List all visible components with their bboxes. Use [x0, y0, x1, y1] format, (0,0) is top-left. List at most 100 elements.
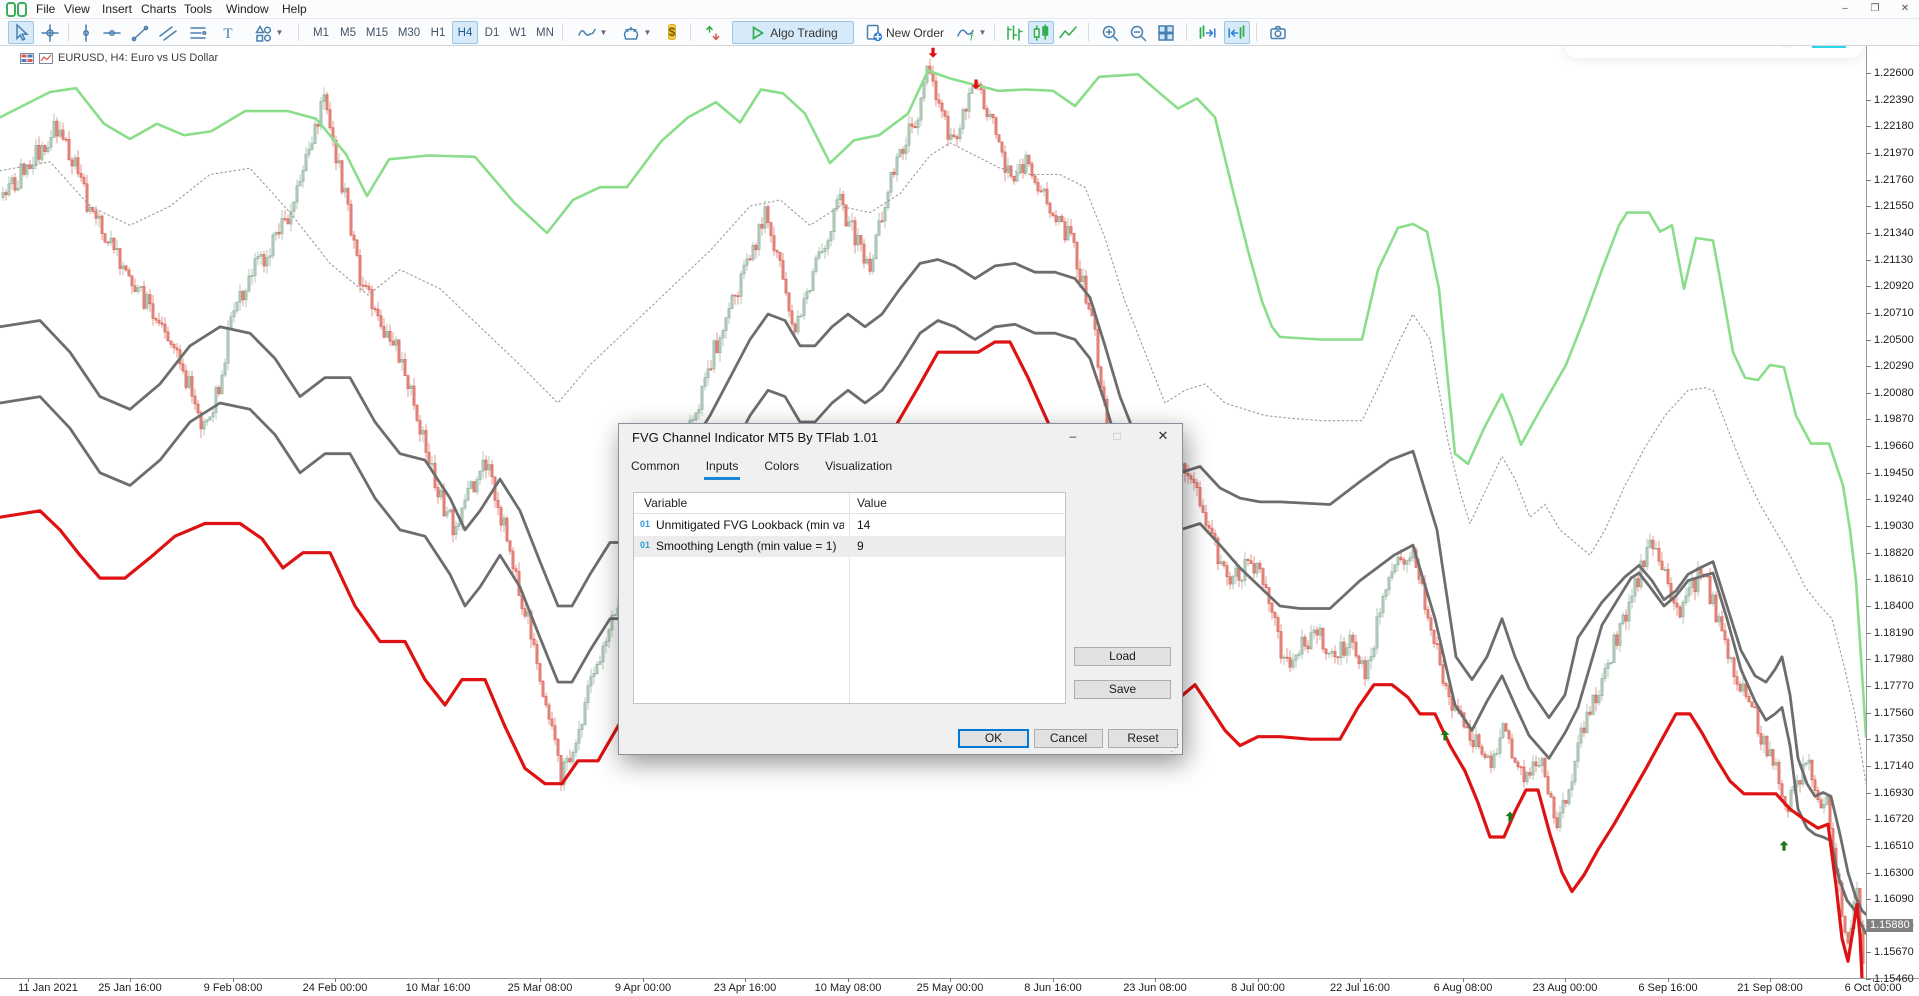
line-chart-mode[interactable] [1056, 21, 1080, 44]
price-label: 1.17350 [1874, 733, 1919, 745]
algo-trading-button[interactable]: Algo Trading [732, 21, 854, 44]
menu-charts[interactable]: Charts [135, 0, 182, 19]
price-tick [1866, 446, 1871, 447]
zoom-out-button[interactable] [1126, 21, 1150, 44]
fibonacci-tool[interactable] [186, 21, 210, 44]
dialog-tab-visualization[interactable]: Visualization [823, 456, 894, 480]
price-label: 1.17140 [1874, 760, 1919, 772]
algo-trading-button-icon [748, 23, 768, 43]
price-tick [1866, 286, 1871, 287]
price-tick [1866, 180, 1871, 181]
time-label: 6 Aug 08:00 [1415, 982, 1511, 994]
dialog-close-button[interactable]: ✕ [1146, 424, 1180, 449]
dialog-tab-colors[interactable]: Colors [762, 456, 801, 480]
input-row-2[interactable]: 01Smoothing Length (min value = 1)9 [634, 536, 1065, 557]
toolbar-separator [298, 23, 299, 41]
price-label: 1.18610 [1874, 573, 1919, 585]
dialog-maximize-button[interactable]: □ [1100, 424, 1134, 449]
indicators-menu[interactable]: ▼ [572, 21, 612, 44]
dialog-title-bar[interactable]: FVG Channel Indicator MT5 By TFlab 1.01 … [619, 424, 1182, 451]
timeframe-h1[interactable]: H1 [426, 21, 450, 44]
variable-name: Unmitigated FVG Lookback (min value ... [656, 518, 844, 532]
buy-sell-arrows-icon[interactable] [700, 21, 726, 44]
cancel-button[interactable]: Cancel [1034, 729, 1103, 748]
resize-grip[interactable]: ⋰ [1170, 743, 1180, 754]
crosshair-tool[interactable] [38, 21, 62, 44]
text-tool[interactable]: T [216, 21, 240, 44]
price-tick [1866, 340, 1871, 341]
input-row-1[interactable]: 01 Unmitigated FVG Lookback (min value ..… [634, 515, 1065, 536]
price-label: 1.18400 [1874, 600, 1919, 612]
menu-help[interactable]: Help [276, 0, 313, 19]
dialog-minimize-button[interactable]: – [1056, 424, 1090, 449]
reset-button[interactable]: Reset [1108, 729, 1178, 748]
candle-chart-mode[interactable] [1028, 21, 1054, 44]
timeframe-d1[interactable]: D1 [480, 21, 504, 44]
price-tick [1866, 233, 1871, 234]
variable-value[interactable]: 14 [857, 518, 870, 532]
timeframe-m1[interactable]: M1 [308, 21, 334, 44]
cursor-tool[interactable] [8, 21, 34, 44]
indicator-curve-menu[interactable]: f▼ [952, 21, 990, 44]
dialog-tab-common[interactable]: Common [629, 456, 682, 480]
price-tick [1866, 766, 1871, 767]
menu-tools[interactable]: Tools [178, 0, 218, 19]
tile-windows-button[interactable] [1154, 21, 1178, 44]
menu-insert[interactable]: Insert [96, 0, 138, 19]
variable-value[interactable]: 9 [857, 539, 864, 553]
dialog-tabs: Common Inputs Colors Visualization [629, 456, 894, 480]
timeframe-mn[interactable]: MN [532, 21, 558, 44]
shapes-tool[interactable]: ▼ [246, 21, 290, 44]
time-label: 21 Sep 08:00 [1722, 982, 1818, 994]
timeframe-m30[interactable]: M30 [394, 21, 424, 44]
vertical-line-tool[interactable] [74, 21, 98, 44]
channel-tool[interactable] [156, 21, 180, 44]
auto-scroll-button-icon [1227, 23, 1247, 43]
menu-view[interactable]: View [58, 0, 96, 19]
time-label: 25 Jan 16:00 [82, 982, 178, 994]
window-minimize-button[interactable]: – [1835, 1, 1855, 16]
ok-button[interactable]: OK [958, 729, 1029, 748]
price-label: 1.16720 [1874, 813, 1919, 825]
price-tick [1866, 899, 1871, 900]
channel-tool-icon [158, 23, 178, 43]
toolbar-separator [562, 23, 563, 41]
chart-shift-button[interactable] [1194, 21, 1220, 44]
currency-icon[interactable]: $ [660, 21, 684, 44]
save-button[interactable]: Save [1074, 680, 1171, 699]
objects-menu[interactable]: ▼ [616, 21, 656, 44]
timeframe-m5[interactable]: M5 [336, 21, 360, 44]
price-label: 1.21550 [1874, 200, 1919, 212]
indicator-curve-menu-icon: f [956, 23, 976, 43]
timeframe-m15[interactable]: M15 [362, 21, 392, 44]
menu-window[interactable]: Window [220, 0, 275, 19]
load-button[interactable]: Load [1074, 647, 1171, 666]
timeframe-w1[interactable]: W1 [506, 21, 530, 44]
menu-file[interactable]: File [30, 0, 61, 19]
price-label: 1.22600 [1874, 67, 1919, 79]
horizontal-line-tool[interactable] [100, 21, 124, 44]
price-label: 1.16510 [1874, 840, 1919, 852]
integer-input-icon: 01 [640, 519, 650, 529]
price-tick [1866, 499, 1871, 500]
window-close-button[interactable]: ✕ [1895, 1, 1915, 16]
zoom-out-button-icon [1128, 23, 1148, 43]
price-label: 1.15670 [1874, 946, 1919, 958]
window-restore-button[interactable]: ❐ [1865, 1, 1885, 16]
dialog-tab-inputs[interactable]: Inputs [704, 456, 741, 480]
price-tick [1866, 526, 1871, 527]
timeframe-h4[interactable]: H4 [452, 21, 478, 44]
price-tick [1866, 579, 1871, 580]
screenshot-button[interactable] [1264, 21, 1292, 44]
time-label: 6 Oct 00:00 [1825, 982, 1919, 994]
trendline-tool[interactable] [128, 21, 152, 44]
auto-scroll-button[interactable] [1224, 21, 1250, 44]
price-tick [1866, 659, 1871, 660]
new-order-button[interactable]: New Order [860, 21, 948, 44]
time-label: 23 Apr 16:00 [697, 982, 793, 994]
column-header-value: Value [857, 496, 887, 510]
text-tool-icon: T [218, 23, 238, 43]
price-tick [1866, 633, 1871, 634]
bar-chart-mode[interactable] [1002, 21, 1026, 44]
zoom-in-button[interactable] [1098, 21, 1122, 44]
